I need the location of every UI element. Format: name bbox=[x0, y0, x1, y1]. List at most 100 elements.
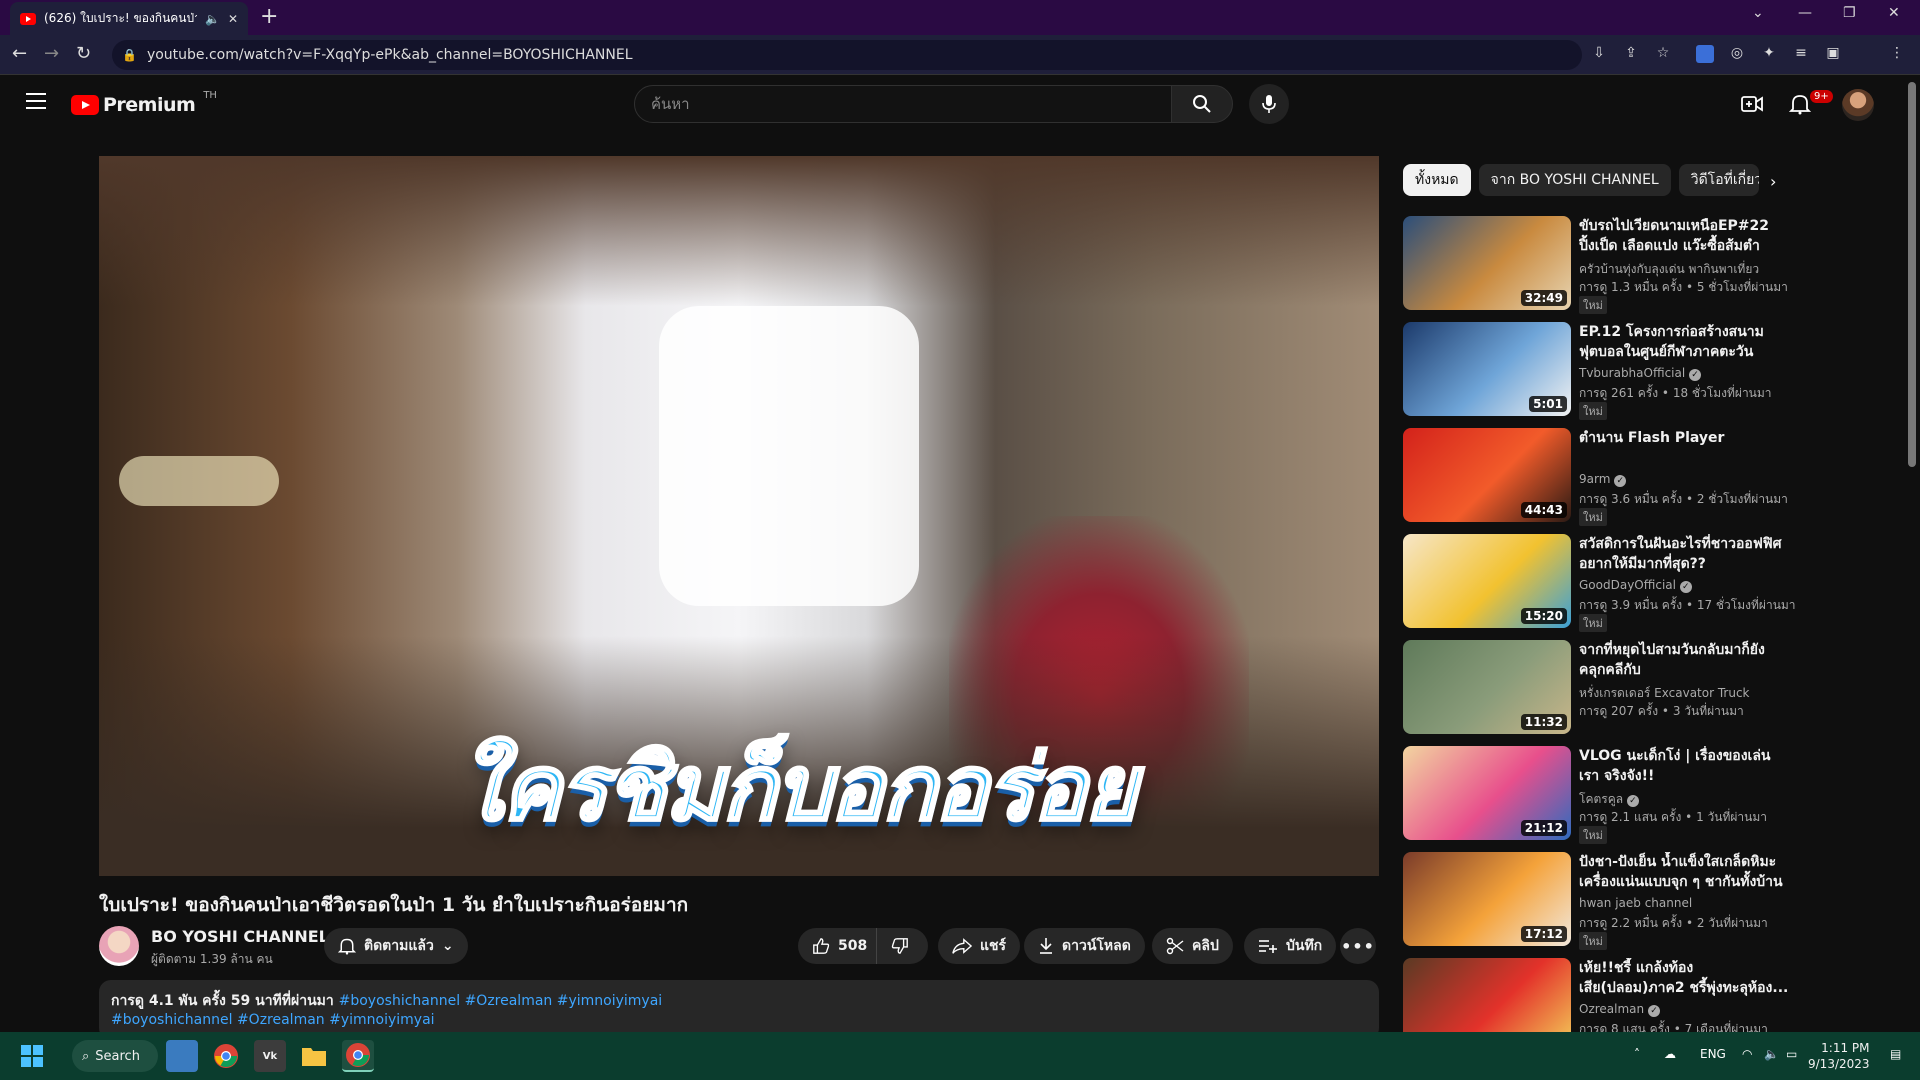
recommendation-title[interactable]: สวัสดิการในฝันอะไรที่ชาวออฟฟิศอยากให้มีม… bbox=[1579, 534, 1789, 574]
video-duration: 32:49 bbox=[1520, 290, 1567, 306]
recommendation-channel[interactable]: โคตรคูล ✓ bbox=[1579, 790, 1639, 809]
media-control-icon[interactable]: ≡ bbox=[1792, 45, 1810, 63]
recommendation-thumbnail[interactable]: 5:01 bbox=[1403, 322, 1571, 416]
recommendation-thumbnail[interactable]: 44:43 bbox=[1403, 428, 1571, 522]
page-scrollbar[interactable] bbox=[1908, 82, 1916, 467]
recommendation-channel[interactable]: TvburabhaOfficial ✓ bbox=[1579, 366, 1702, 381]
recommendation-title[interactable]: ตำนาน Flash Player bbox=[1579, 428, 1789, 448]
translate-extension-icon[interactable] bbox=[1696, 45, 1714, 63]
volume-icon[interactable]: 🔈 bbox=[1764, 1047, 1779, 1061]
youtube-logo[interactable]: Premium TH bbox=[71, 90, 217, 116]
recommendation-channel[interactable]: ครัวบ้านทุ่งกับลุงเด่น พากินพาเที่ยว bbox=[1579, 260, 1759, 279]
recommendation-item[interactable]: 17:12 ปังชา-ปังเย็น น้ำแข็งใสเกล็ดหิมะ เค… bbox=[1403, 852, 1920, 950]
chip-related[interactable]: วิดีโอที่เกี่ยว bbox=[1678, 164, 1759, 196]
input-language[interactable]: ENG bbox=[1700, 1047, 1726, 1061]
recommendation-channel[interactable]: GoodDayOfficial ✓ bbox=[1579, 578, 1692, 593]
recommendation-thumbnail[interactable]: 32:49 bbox=[1403, 216, 1571, 310]
chevron-right-icon[interactable]: › bbox=[1770, 172, 1776, 191]
close-tab-icon[interactable]: ✕ bbox=[228, 12, 238, 26]
like-count: 508 bbox=[838, 938, 868, 954]
channel-name[interactable]: BO YOSHI CHANNEL bbox=[151, 927, 329, 946]
more-actions-button[interactable]: ••• bbox=[1340, 928, 1376, 964]
onedrive-cloud-icon[interactable]: ☁ bbox=[1664, 1047, 1676, 1061]
video-player[interactable]: ใครชิมก็บอกอร่อย bbox=[99, 156, 1379, 876]
browser-menu-icon[interactable]: ⋮ bbox=[1888, 45, 1906, 63]
create-video-icon[interactable] bbox=[1741, 93, 1763, 115]
hamburger-menu-icon[interactable] bbox=[26, 93, 46, 109]
dislike-button[interactable] bbox=[876, 928, 928, 964]
download-button[interactable]: ดาวน์โหลด bbox=[1024, 928, 1145, 964]
recommendation-item[interactable]: 5:01 EP.12 โครงการก่อสร้างสนามฟุตบอลในศูน… bbox=[1403, 322, 1920, 420]
browser-tab-active[interactable]: (626) ใบเปราะ! ของกินคนป่าเอาชีวิตรอดในป… bbox=[10, 2, 248, 35]
recommendation-title[interactable]: ปังชา-ปังเย็น น้ำแข็งใสเกล็ดหิมะ เครื่อง… bbox=[1579, 852, 1789, 892]
search-input[interactable]: ค้นหา bbox=[634, 85, 1172, 123]
vnc-app-icon[interactable]: Vk bbox=[254, 1040, 286, 1072]
clip-button[interactable]: คลิป bbox=[1152, 928, 1233, 964]
save-button[interactable]: บันทึก bbox=[1244, 928, 1337, 964]
address-bar[interactable]: 🔒 youtube.com/watch?v=F-XqqYp-ePk&ab_cha… bbox=[112, 40, 1582, 70]
recommendation-channel[interactable]: หรั่งเกรดเดอร์ Excavator Truck bbox=[1579, 684, 1750, 703]
channel-avatar[interactable] bbox=[99, 926, 139, 966]
remote-desktop-app-icon[interactable] bbox=[166, 1040, 198, 1072]
youtube-play-icon bbox=[71, 95, 99, 115]
description-hashtags-top[interactable]: #boyoshichannel #Ozrealman #yimnoiyimyai bbox=[339, 993, 663, 1009]
verified-check-icon: ✓ bbox=[1614, 475, 1627, 487]
subscribed-button[interactable]: ติดตามแล้ว ⌄ bbox=[324, 928, 468, 964]
lock-icon[interactable]: 🔒 bbox=[122, 48, 137, 62]
bookmark-star-icon[interactable]: ☆ bbox=[1654, 45, 1672, 63]
forward-icon[interactable]: → bbox=[44, 43, 59, 64]
account-avatar[interactable] bbox=[1842, 89, 1874, 121]
recommendation-item[interactable]: 44:43 ตำนาน Flash Player 9arm ✓ การดู 3.6 ห… bbox=[1403, 428, 1920, 526]
recommendation-title[interactable]: ขับรถไปเวียดนามเหนือEP#22 ปิ้งเป็ด เลือด… bbox=[1579, 216, 1789, 256]
description-box[interactable]: การดู 4.1 พัน ครั้ง 59 นาทีที่ผ่านมา #bo… bbox=[99, 980, 1379, 1040]
recommendation-item[interactable]: 21:12 VLOG นะเด็กโง่ | เรื่องของเล่น เรา … bbox=[1403, 746, 1920, 844]
puzzle-extensions-icon[interactable]: ✦ bbox=[1760, 45, 1778, 63]
recommendation-thumbnail[interactable]: 11:32 bbox=[1403, 640, 1571, 734]
install-app-icon[interactable]: ⇩ bbox=[1590, 45, 1608, 63]
reload-icon[interactable]: ↻ bbox=[76, 43, 91, 64]
wifi-icon[interactable]: ◠ bbox=[1742, 1047, 1752, 1061]
recommendation-channel[interactable]: 9arm ✓ bbox=[1579, 472, 1627, 487]
minimize-button[interactable]: — bbox=[1798, 5, 1812, 21]
chip-all[interactable]: ทั้งหมด bbox=[1403, 164, 1471, 196]
recommendation-item[interactable]: 11:32 จากที่หยุดไปสามวันกลับมาก็ยังคลุกคล… bbox=[1403, 640, 1920, 736]
recommendation-title[interactable]: EP.12 โครงการก่อสร้างสนามฟุตบอลในศูนย์กี… bbox=[1579, 322, 1789, 362]
search-button[interactable] bbox=[1171, 85, 1233, 123]
close-window-button[interactable]: ✕ bbox=[1888, 5, 1900, 21]
voice-search-button[interactable] bbox=[1249, 84, 1289, 124]
chrome-profile-app-icon[interactable] bbox=[342, 1040, 374, 1072]
verified-check-icon: ✓ bbox=[1626, 795, 1639, 807]
taskbar-search[interactable]: ⌕ Search bbox=[72, 1040, 158, 1072]
new-tab-button[interactable]: + bbox=[260, 4, 278, 29]
like-button[interactable]: 508 bbox=[798, 928, 876, 964]
recommendation-item[interactable]: 32:49 ขับรถไปเวียดนามเหนือEP#22 ปิ้งเป็ด … bbox=[1403, 216, 1920, 314]
share-button[interactable]: แชร์ bbox=[938, 928, 1021, 964]
recommendation-thumbnail[interactable]: 21:12 bbox=[1403, 746, 1571, 840]
recommendation-channel[interactable]: Ozrealman ✓ bbox=[1579, 1002, 1660, 1017]
tray-overflow-icon[interactable]: ˄ bbox=[1634, 1047, 1640, 1061]
description-hashtags[interactable]: #boyoshichannel #Ozrealman #yimnoiyimyai bbox=[111, 1012, 1367, 1028]
chip-from-channel[interactable]: จาก BO YOSHI CHANNEL bbox=[1478, 164, 1671, 196]
recommendation-title[interactable]: เห้ย!!ชรี้ แกล้งท้องเสีย(ปลอม)ภาค2 ชรี้พ… bbox=[1579, 958, 1789, 998]
recommendation-title[interactable]: VLOG นะเด็กโง่ | เรื่องของเล่น เรา จริงจ… bbox=[1579, 746, 1789, 786]
battery-icon[interactable]: ▭ bbox=[1786, 1047, 1797, 1061]
extension-icon[interactable]: ◎ bbox=[1728, 45, 1746, 63]
notification-center-icon[interactable]: ▤ bbox=[1890, 1047, 1901, 1061]
recommendation-channel[interactable]: hwan jaeb channel bbox=[1579, 896, 1692, 910]
speaker-icon[interactable]: 🔈 bbox=[205, 12, 220, 26]
new-badge: ใหม่ bbox=[1579, 508, 1607, 526]
taskbar-clock[interactable]: 1:11 PM 9/13/2023 bbox=[1808, 1040, 1870, 1072]
recommendation-item[interactable]: 15:20 สวัสดิการในฝันอะไรที่ชาวออฟฟิศอยากใ… bbox=[1403, 534, 1920, 632]
side-panel-icon[interactable]: ▣ bbox=[1824, 45, 1842, 63]
maximize-button[interactable]: ❐ bbox=[1843, 5, 1856, 21]
file-explorer-icon[interactable] bbox=[298, 1040, 330, 1072]
tab-search-icon[interactable]: ⌄ bbox=[1752, 5, 1764, 21]
notifications-bell-icon[interactable] bbox=[1789, 93, 1811, 115]
recommendation-thumbnail[interactable]: 17:12 bbox=[1403, 852, 1571, 946]
recommendation-title[interactable]: จากที่หยุดไปสามวันกลับมาก็ยังคลุกคลีกับเ… bbox=[1579, 640, 1789, 680]
chrome-app-icon[interactable] bbox=[210, 1040, 242, 1072]
back-icon[interactable]: ← bbox=[12, 43, 27, 64]
share-page-icon[interactable]: ⇪ bbox=[1622, 45, 1640, 63]
recommendation-thumbnail[interactable]: 15:20 bbox=[1403, 534, 1571, 628]
windows-start-icon[interactable] bbox=[16, 1040, 48, 1072]
